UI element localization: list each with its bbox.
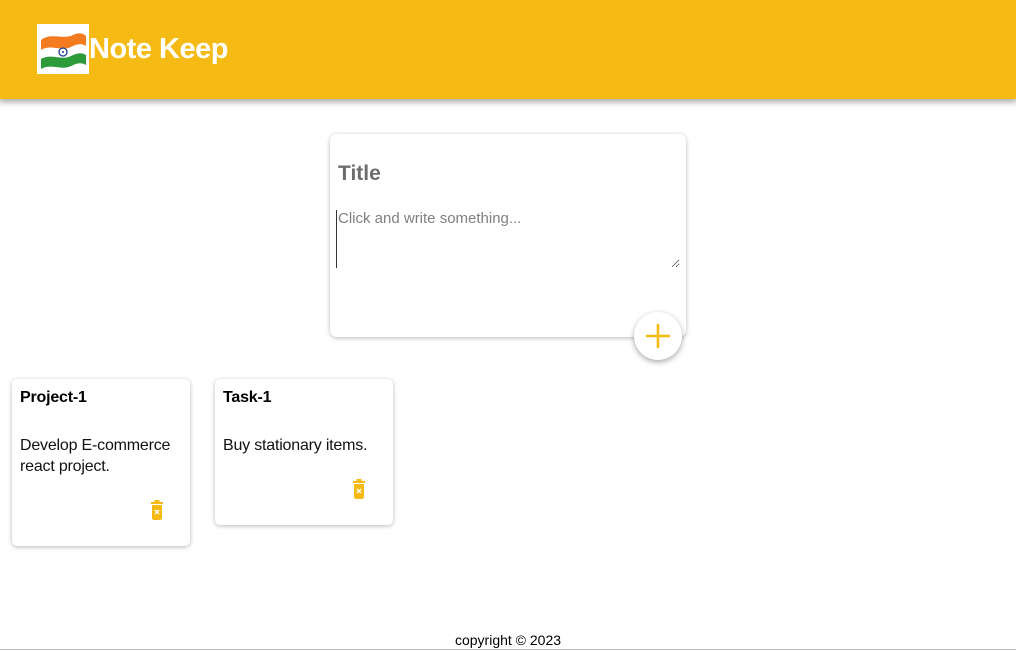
note-card: Task-1 Buy stationary items.	[215, 379, 393, 525]
note-composer	[330, 134, 686, 337]
footer-divider	[0, 649, 1016, 650]
app-title: Note Keep	[89, 33, 228, 65]
trash-icon	[353, 479, 365, 499]
app-header: Note Keep	[0, 0, 1016, 99]
note-title: Project-1	[20, 389, 87, 406]
note-card: Project-1 Develop E-commerce react proje…	[12, 379, 190, 546]
content-textarea[interactable]	[336, 210, 680, 268]
delete-note-button[interactable]	[350, 478, 368, 502]
india-flag-icon	[37, 24, 89, 74]
title-input[interactable]	[338, 156, 668, 192]
trash-icon	[151, 500, 163, 520]
footer-copyright: copyright © 2023	[454, 632, 562, 648]
add-note-button[interactable]	[634, 312, 682, 360]
note-title: Task-1	[223, 389, 272, 406]
delete-note-button[interactable]	[148, 499, 166, 523]
note-content: Develop E-commerce react project.	[20, 437, 171, 475]
note-content: Buy stationary items.	[223, 437, 368, 454]
plus-icon	[645, 323, 671, 349]
